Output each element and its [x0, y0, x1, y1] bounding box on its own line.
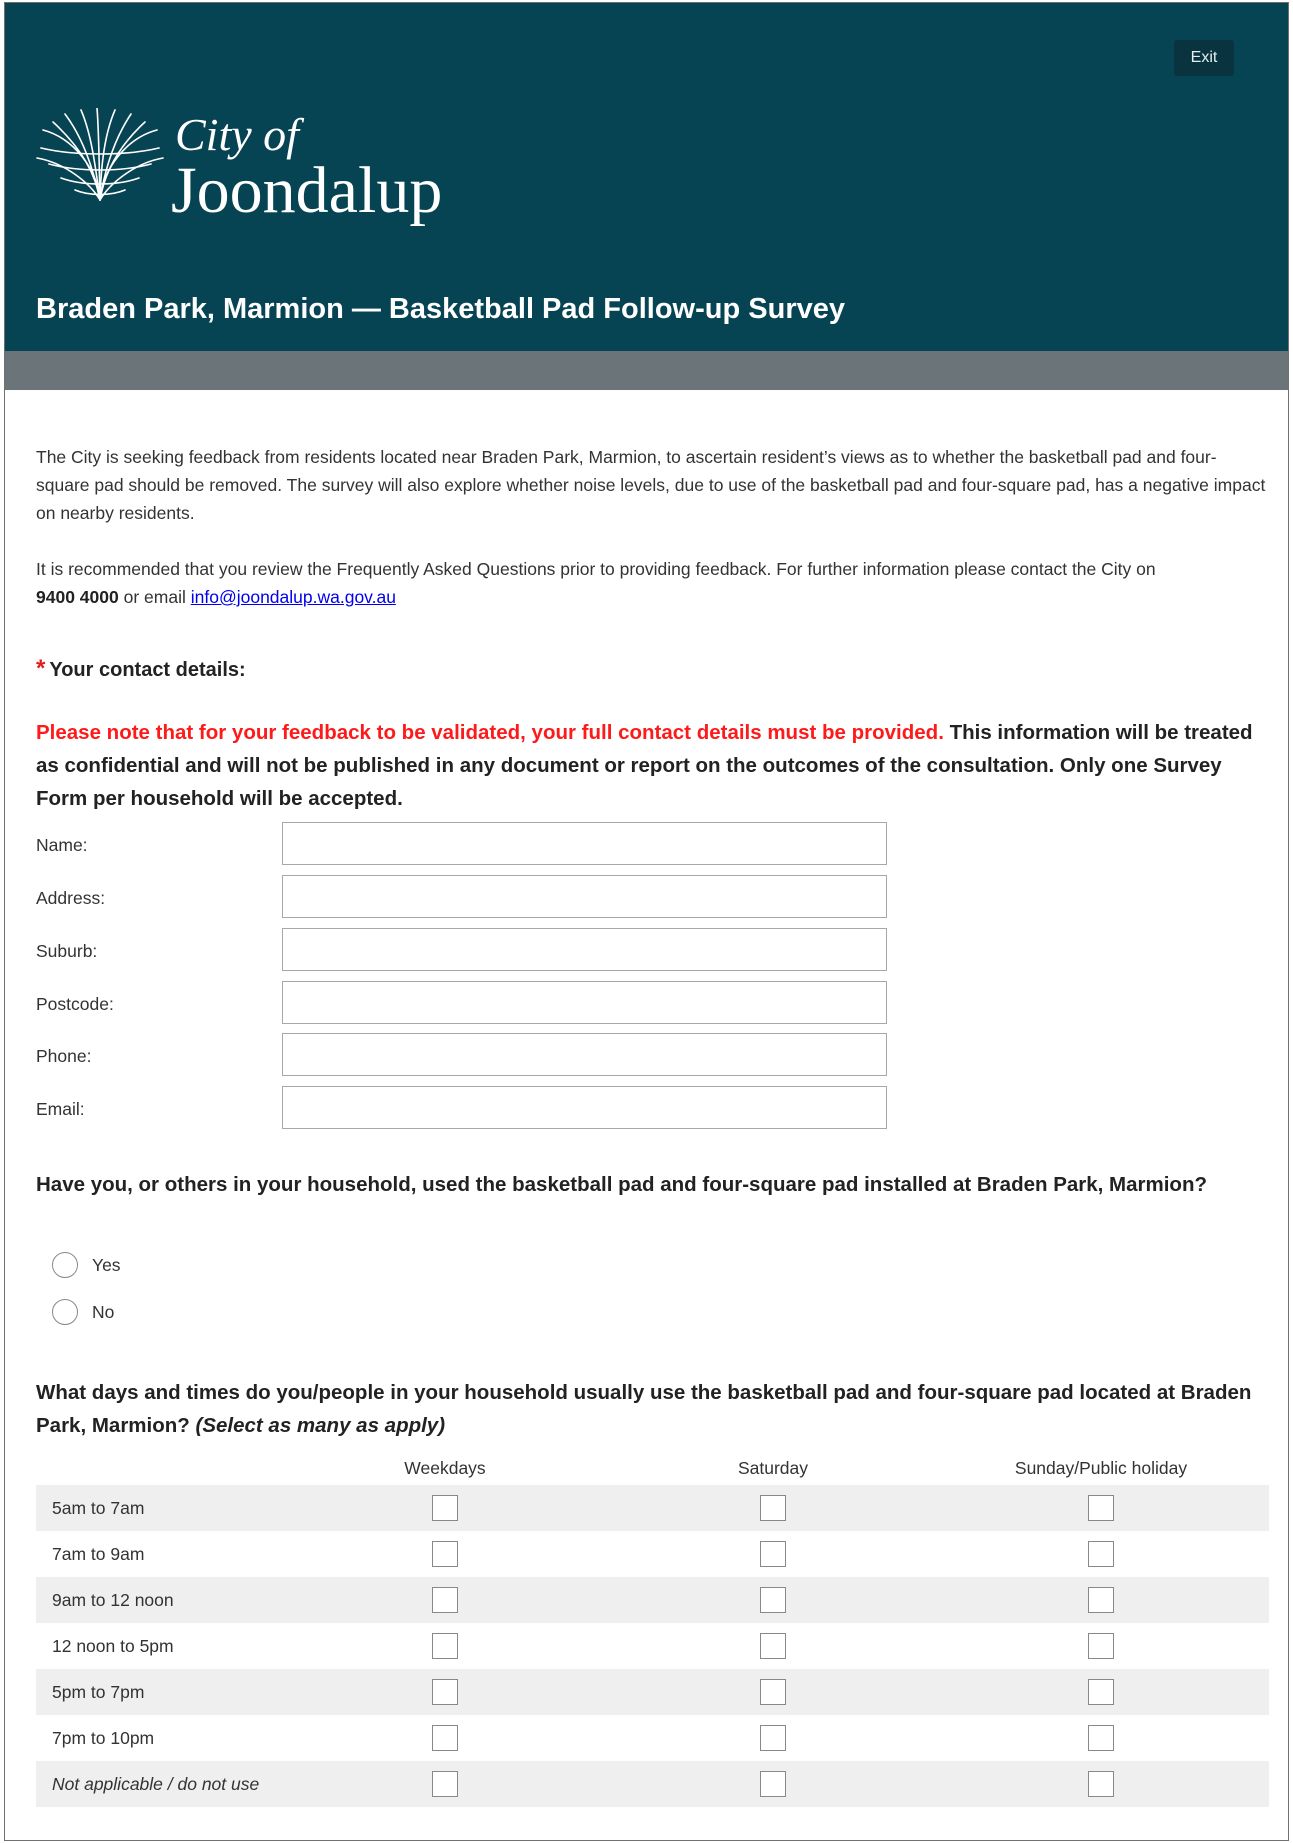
column-header-sunday-holiday: Sunday/Public holiday: [1014, 1458, 1188, 1478]
suburb-label: Suburb:: [36, 941, 98, 961]
checkbox-weekdays[interactable]: [432, 1771, 458, 1797]
row-label: 7pm to 10pm: [52, 1728, 155, 1748]
row-label: 12 noon to 5pm: [52, 1636, 174, 1656]
radio-label: No: [92, 1302, 115, 1322]
grid-row-7am-9am: 7am to 9am: [36, 1531, 1269, 1577]
checkbox-sunday-holiday[interactable]: [1088, 1679, 1114, 1705]
column-header-saturday: Saturday: [737, 1458, 809, 1478]
checkbox-sunday-holiday[interactable]: [1088, 1771, 1114, 1797]
times-question-hint: (Select as many as apply): [195, 1414, 446, 1437]
checkbox-sunday-holiday[interactable]: [1088, 1587, 1114, 1613]
row-label: 9am to 12 noon: [52, 1590, 174, 1610]
times-question: What days and times do you/people in you…: [36, 1376, 1266, 1442]
checkbox-saturday[interactable]: [760, 1725, 786, 1751]
exit-button[interactable]: Exit: [1174, 40, 1234, 76]
grid-row-7pm-10pm: 7pm to 10pm: [36, 1715, 1269, 1761]
checkbox-weekdays[interactable]: [432, 1587, 458, 1613]
intro-paragraph: The City is seeking feedback from reside…: [36, 447, 1266, 523]
name-label: Name:: [36, 835, 88, 855]
contact-details-label: Your contact details:: [49, 659, 246, 681]
phone-input[interactable]: [282, 1033, 887, 1076]
checkbox-weekdays[interactable]: [432, 1541, 458, 1567]
postcode-input[interactable]: [282, 981, 887, 1024]
row-label: 5pm to 7pm: [52, 1682, 145, 1702]
checkbox-saturday[interactable]: [760, 1541, 786, 1567]
checkbox-saturday[interactable]: [760, 1771, 786, 1797]
validation-warning: Please note that for your feedback to be…: [36, 721, 944, 744]
email-label: Email:: [36, 1099, 85, 1119]
radio-button[interactable]: [52, 1299, 78, 1325]
postcode-label: Postcode:: [36, 994, 114, 1014]
checkbox-sunday-holiday[interactable]: [1088, 1725, 1114, 1751]
usage-question: Have you, or others in your household, u…: [36, 1173, 1208, 1196]
column-header-weekdays: Weekdays: [404, 1458, 486, 1478]
phone-number: 9400 4000: [36, 587, 119, 607]
contact-info-paragraph: It is recommended that you review the Fr…: [36, 555, 1266, 611]
checkbox-weekdays[interactable]: [432, 1679, 458, 1705]
checkbox-saturday[interactable]: [760, 1679, 786, 1705]
suburb-input[interactable]: [282, 928, 887, 971]
grid-row-5pm-7pm: 5pm to 7pm: [36, 1669, 1269, 1715]
logo-text-city-of: City of: [175, 109, 299, 160]
radio-button[interactable]: [52, 1252, 78, 1278]
address-label: Address:: [36, 888, 106, 908]
checkbox-weekdays[interactable]: [432, 1495, 458, 1521]
checkbox-weekdays[interactable]: [432, 1633, 458, 1659]
phone-label: Phone:: [36, 1046, 92, 1066]
address-input[interactable]: [282, 875, 887, 918]
email-link[interactable]: info@joondalup.wa.gov.au: [191, 587, 396, 607]
radio-label: Yes: [92, 1255, 121, 1275]
grid-row-5am-7am: 5am to 7am: [36, 1485, 1269, 1531]
required-asterisk: *: [36, 655, 46, 682]
row-label: Not applicable / do not use: [52, 1774, 260, 1794]
checkbox-sunday-holiday[interactable]: [1088, 1495, 1114, 1521]
checkbox-sunday-holiday[interactable]: [1088, 1633, 1114, 1659]
row-label: 5am to 7am: [52, 1498, 145, 1518]
header-banner: Exit City of Joondalup Braden Park, Marm…: [5, 3, 1288, 351]
grid-row-not-applicable: Not applicable / do not use: [36, 1761, 1269, 1807]
survey-title: Braden Park, Marmion — Basketball Pad Fo…: [36, 293, 845, 325]
header-divider-band: [5, 351, 1288, 390]
row-label: 7am to 9am: [52, 1544, 145, 1564]
logo-text-joondalup: Joondalup: [171, 154, 443, 227]
contact-note: Please note that for your feedback to be…: [36, 716, 1266, 815]
palm-leaf-icon: [36, 108, 164, 201]
email-prefix: or email: [123, 587, 186, 607]
grid-row-9am-12noon: 9am to 12 noon: [36, 1577, 1269, 1623]
email-input[interactable]: [282, 1086, 887, 1129]
checkbox-saturday[interactable]: [760, 1633, 786, 1659]
name-input[interactable]: [282, 822, 887, 865]
contact-details-heading: * Your contact details:: [36, 655, 246, 683]
city-logo: City of Joondalup: [35, 108, 455, 233]
checkbox-saturday[interactable]: [760, 1495, 786, 1521]
checkbox-saturday[interactable]: [760, 1587, 786, 1613]
checkbox-sunday-holiday[interactable]: [1088, 1541, 1114, 1567]
checkbox-weekdays[interactable]: [432, 1725, 458, 1751]
grid-row-12noon-5pm: 12 noon to 5pm: [36, 1623, 1269, 1669]
contact-info-text: It is recommended that you review the Fr…: [36, 559, 1156, 579]
survey-page: Exit City of Joondalup Braden Park, Marm…: [4, 2, 1289, 1841]
